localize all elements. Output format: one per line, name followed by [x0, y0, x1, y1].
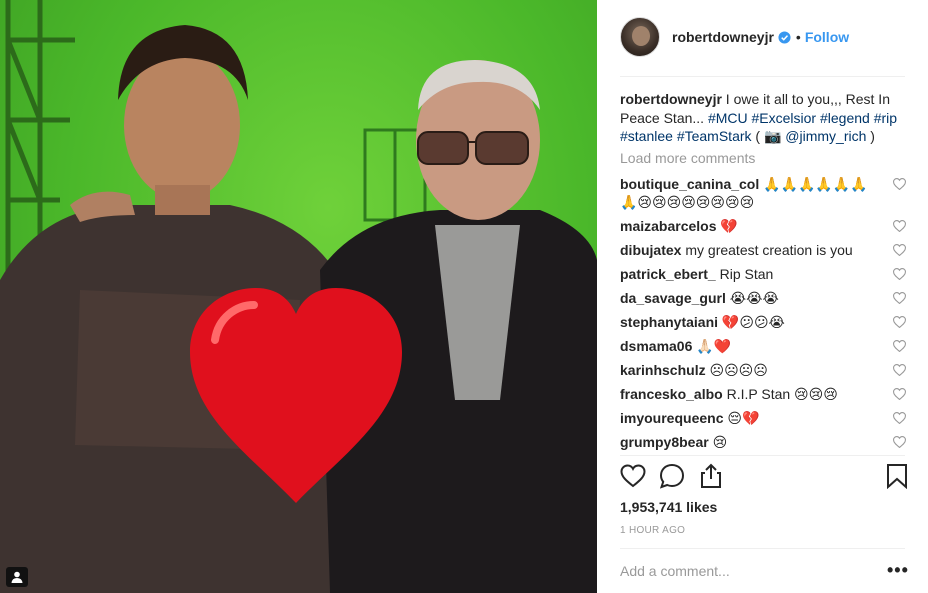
comment-item: francesko_albo R.I.P Stan 😢😢😢: [620, 385, 910, 403]
photo-subjects: [0, 25, 597, 593]
comment-username[interactable]: francesko_albo: [620, 386, 723, 402]
comment-username[interactable]: patrick_ebert_: [620, 266, 716, 282]
comment-like-icon[interactable]: [893, 244, 906, 256]
comment-username[interactable]: maizabarcelos: [620, 218, 717, 234]
comment-text: 😔💔: [727, 410, 760, 426]
comment-username[interactable]: dibujatex: [620, 242, 681, 258]
mention-jimmy-rich[interactable]: @jimmy_rich: [785, 128, 866, 144]
comment-username[interactable]: boutique_canina_col: [620, 176, 759, 192]
comment-item: karinhschulz ☹☹☹☹: [620, 361, 910, 379]
caption-username[interactable]: robertdowneyjr: [620, 91, 722, 107]
comment-like-icon[interactable]: [893, 388, 906, 400]
follow-button[interactable]: Follow: [805, 29, 849, 45]
post-actions: [620, 463, 910, 493]
person-left-neck: [155, 185, 210, 215]
comment-like-icon[interactable]: [893, 268, 906, 280]
likes-count[interactable]: 1,953,741 likes: [620, 499, 717, 515]
hashtag-teamstark[interactable]: #TeamStark: [677, 128, 752, 144]
hashtag-stanlee[interactable]: #stanlee: [620, 128, 673, 144]
comment-username[interactable]: karinhschulz: [620, 362, 706, 378]
comment-like-icon[interactable]: [893, 340, 906, 352]
caption-credit-open: ( 📷: [755, 128, 782, 144]
comment-item: patrick_ebert_ Rip Stan: [620, 265, 910, 283]
post-photo[interactable]: [0, 0, 597, 593]
more-options-button[interactable]: •••: [887, 560, 909, 581]
comment-like-icon[interactable]: [893, 220, 906, 232]
hashtag-excelsior[interactable]: #Excelsior: [752, 110, 817, 126]
comment-text: 🙏🏻❤️: [696, 338, 732, 354]
comment-text: Rip Stan: [719, 266, 774, 282]
comment-like-icon[interactable]: [893, 178, 906, 190]
comment-like-icon[interactable]: [893, 316, 906, 328]
verified-badge-icon: [778, 30, 791, 44]
header-divider: [620, 76, 905, 77]
post-timestamp: 1 HOUR AGO: [620, 525, 686, 536]
person-tag-icon[interactable]: [6, 567, 28, 587]
comment-text: 💔😕😕😭: [721, 314, 785, 330]
post-caption: robertdowneyjr I owe it all to you,,, Re…: [620, 90, 910, 146]
hashtag-mcu[interactable]: #MCU: [708, 110, 748, 126]
comment-like-icon[interactable]: [893, 412, 906, 424]
share-icon[interactable]: [698, 463, 724, 489]
person-left-face: [124, 50, 240, 200]
add-comment-input[interactable]: Add a comment...: [620, 563, 888, 579]
comment-username[interactable]: grumpy8bear: [620, 434, 709, 450]
comment-text: my greatest creation is you: [685, 242, 853, 258]
header-username[interactable]: robertdowneyjr: [672, 29, 774, 45]
scaffold-right: [363, 128, 427, 222]
post-header: robertdowneyjr • Follow: [620, 14, 908, 60]
header-dot-separator: •: [795, 29, 801, 45]
actions-divider: [620, 455, 905, 456]
bookmark-icon[interactable]: [884, 463, 910, 489]
caption-credit-close: ): [870, 128, 875, 144]
comment-text: 😢: [712, 434, 728, 450]
avatar[interactable]: [620, 17, 660, 57]
comment-item: dsmama06 🙏🏻❤️: [620, 337, 910, 355]
comment-item: boutique_canina_col 🙏🙏🙏🙏🙏🙏🙏😢😢😢😢😢😢😢😢: [620, 175, 910, 211]
comment-like-icon[interactable]: [893, 364, 906, 376]
comment-like-icon[interactable]: [893, 292, 906, 304]
comment-box-divider: [620, 548, 905, 549]
comment-username[interactable]: dsmama06: [620, 338, 692, 354]
hashtag-legend[interactable]: #legend: [820, 110, 870, 126]
comment-text: 😭😭😭: [729, 290, 779, 306]
comment-item: stephanytaiani 💔😕😕😭: [620, 313, 910, 331]
comment-text: ☹☹☹☹: [709, 362, 768, 378]
heart-outline-icon[interactable]: [620, 463, 646, 489]
comment-item: da_savage_gurl 😭😭😭: [620, 289, 910, 307]
comment-item: maizabarcelos 💔: [620, 217, 910, 235]
comment-item: dibujatex my greatest creation is you: [620, 241, 910, 259]
speech-bubble-icon[interactable]: [659, 463, 685, 489]
comment-like-icon[interactable]: [893, 436, 906, 448]
load-more-comments-button[interactable]: Load more comments: [620, 150, 755, 166]
post-details-panel: robertdowneyjr • Follow robertdowneyjr I…: [597, 0, 928, 593]
comment-text: 💔: [720, 218, 738, 234]
comment-username[interactable]: imyourequeenc: [620, 410, 723, 426]
comment-username[interactable]: da_savage_gurl: [620, 290, 726, 306]
comment-item: imyourequeenc 😔💔: [620, 409, 910, 427]
hashtag-rip[interactable]: #rip: [874, 110, 897, 126]
comment-text: R.I.P Stan 😢😢😢: [726, 386, 838, 402]
comment-username[interactable]: stephanytaiani: [620, 314, 718, 330]
comment-item: grumpy8bear 😢: [620, 433, 910, 451]
comment-list: boutique_canina_col 🙏🙏🙏🙏🙏🙏🙏😢😢😢😢😢😢😢😢 maiz…: [620, 175, 910, 457]
